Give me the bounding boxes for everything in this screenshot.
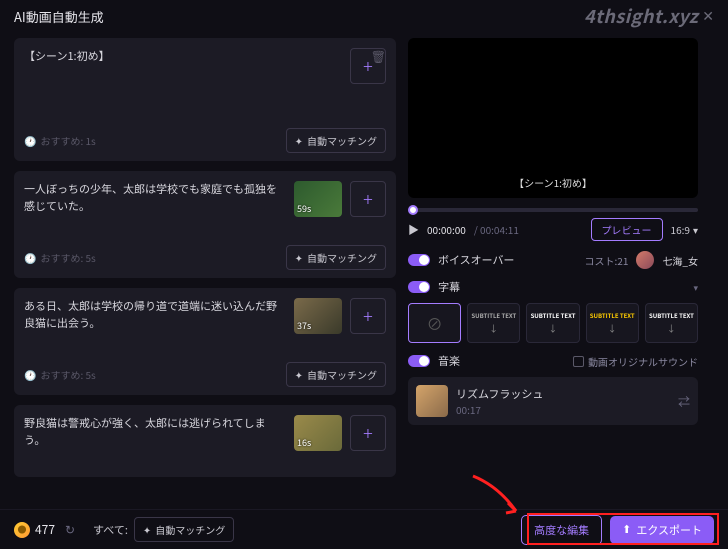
chevron-down-icon[interactable]: ▾ xyxy=(693,281,698,294)
checkbox-icon xyxy=(573,356,584,367)
music-title: リズムフラッシュ xyxy=(456,386,670,402)
recommend-label: 🕐おすすめ: 1s xyxy=(24,133,96,148)
subtitle-style-option[interactable]: SUBTITLE TEXT↓ xyxy=(526,303,579,343)
download-icon: ↓ xyxy=(489,322,498,335)
download-icon: ↓ xyxy=(549,322,558,335)
original-sound-checkbox[interactable]: 動画オリジナルサウンド xyxy=(573,354,698,369)
scene-card: 一人ぼっちの少年、太郎は学校でも家庭でも孤独を感じていた。 59s + 🕐おすす… xyxy=(14,171,396,278)
download-icon: ↓ xyxy=(667,322,676,335)
music-toggle[interactable] xyxy=(408,355,430,367)
page-title: AI動画自動生成 xyxy=(14,7,104,26)
chevron-down-icon: ▾ xyxy=(693,222,698,237)
subtitle-style-none[interactable]: ⊘ xyxy=(408,303,461,343)
export-button[interactable]: ⬆エクスポート xyxy=(610,516,714,544)
bottom-bar: ● 477 ↻ すべて: ✦自動マッチング 高度な編集 ⬆エクスポート xyxy=(0,509,728,549)
swap-icon[interactable]: ⇄ xyxy=(678,393,690,410)
refresh-icon[interactable]: ↻ xyxy=(65,521,75,538)
none-icon: ⊘ xyxy=(427,311,443,335)
voice-name[interactable]: 七海_女 xyxy=(662,253,698,268)
download-icon: ↓ xyxy=(608,322,617,335)
subtitle-styles: ⊘ SUBTITLE TEXT↓ SUBTITLE TEXT↓ SUBTITLE… xyxy=(408,303,698,343)
scene-card: ある日、太郎は学校の帰り道で道端に迷い込んだ野良猫に出会う。 37s + 🕐おす… xyxy=(14,288,396,395)
scene-card: 野良猫は警戒心が強く、太郎には逃げられてしまう。 16s + xyxy=(14,405,396,477)
preview-button[interactable]: プレビュー xyxy=(591,218,663,241)
voiceover-label: ボイスオーバー xyxy=(438,252,515,268)
time-current: 00:00:00 xyxy=(427,222,466,237)
scene-thumbnail[interactable]: 59s xyxy=(294,181,342,217)
close-icon[interactable]: ✕ xyxy=(702,6,714,26)
scene-text[interactable]: 一人ぼっちの少年、太郎は学校でも家庭でも孤独を感じていた。 xyxy=(24,181,286,235)
automatch-button[interactable]: ✦自動マッチング xyxy=(286,362,386,387)
sparkle-icon: ✦ xyxy=(295,133,303,148)
scenes-panel: 【シーン1:初め】 🗑 + 🕐おすすめ: 1s ✦自動マッチング 一人ぼっちの少… xyxy=(14,38,396,508)
subtitle-label: 字幕 xyxy=(438,279,460,295)
recommend-label: 🕐おすすめ: 5s xyxy=(24,367,96,382)
automatch-button[interactable]: ✦自動マッチング xyxy=(286,245,386,270)
preview-scene-label: 【シーン1:初め】 xyxy=(514,175,592,190)
coin-icon: ● xyxy=(14,522,30,538)
sparkle-icon: ✦ xyxy=(295,250,303,265)
subtitle-style-option[interactable]: SUBTITLE TEXT↓ xyxy=(467,303,520,343)
play-icon[interactable]: ▶ xyxy=(408,222,419,238)
settings-panel: 【シーン1:初め】 ▶ 00:00:00 / 00:04:11 プレビュー 16… xyxy=(408,38,698,508)
recommend-label: 🕐おすすめ: 5s xyxy=(24,250,96,265)
clock-icon: 🕐 xyxy=(24,367,36,382)
avatar[interactable] xyxy=(636,251,654,269)
subtitle-style-option[interactable]: SUBTITLE TEXT↓ xyxy=(586,303,639,343)
subtitle-toggle[interactable] xyxy=(408,281,430,293)
advanced-edit-button[interactable]: 高度な編集 xyxy=(521,515,602,545)
add-scene-button[interactable]: + xyxy=(350,415,386,451)
time-total: / 00:04:11 xyxy=(474,222,519,237)
voiceover-toggle[interactable] xyxy=(408,254,430,266)
scene-thumbnail[interactable]: 37s xyxy=(294,298,342,334)
clock-icon: 🕐 xyxy=(24,133,36,148)
automatch-button[interactable]: ✦自動マッチング xyxy=(286,128,386,153)
aspect-select[interactable]: 16:9▾ xyxy=(671,222,698,237)
music-track[interactable]: リズムフラッシュ 00:17 ⇄ xyxy=(408,377,698,425)
add-scene-button[interactable]: + xyxy=(350,298,386,334)
all-label: すべて: xyxy=(93,522,128,538)
scene-card: 【シーン1:初め】 🗑 + 🕐おすすめ: 1s ✦自動マッチング xyxy=(14,38,396,161)
cost-label: コスト:21 xyxy=(585,253,629,268)
sparkle-icon: ✦ xyxy=(143,522,151,537)
music-duration: 00:17 xyxy=(456,402,670,417)
add-scene-button[interactable]: + xyxy=(350,181,386,217)
scene-text[interactable]: 【シーン1:初め】 xyxy=(24,48,342,118)
scene-text[interactable]: 野良猫は警戒心が強く、太郎には逃げられてしまう。 xyxy=(24,415,286,469)
music-label: 音楽 xyxy=(438,353,460,369)
subtitle-style-option[interactable]: SUBTITLE TEXT↓ xyxy=(645,303,698,343)
timeline-scrubber[interactable] xyxy=(408,208,698,212)
scene-text[interactable]: ある日、太郎は学校の帰り道で道端に迷い込んだ野良猫に出会う。 xyxy=(24,298,286,352)
music-thumbnail xyxy=(416,385,448,417)
upload-icon: ⬆ xyxy=(622,523,631,536)
coin-count: 477 xyxy=(35,521,55,538)
watermark: 4thsight.xyz xyxy=(584,3,698,29)
video-preview[interactable]: 【シーン1:初め】 xyxy=(408,38,698,198)
scene-thumbnail[interactable]: 16s xyxy=(294,415,342,451)
automatch-all-button[interactable]: ✦自動マッチング xyxy=(134,517,234,542)
sparkle-icon: ✦ xyxy=(295,367,303,382)
trash-icon[interactable]: 🗑 xyxy=(371,48,386,65)
clock-icon: 🕐 xyxy=(24,250,36,265)
